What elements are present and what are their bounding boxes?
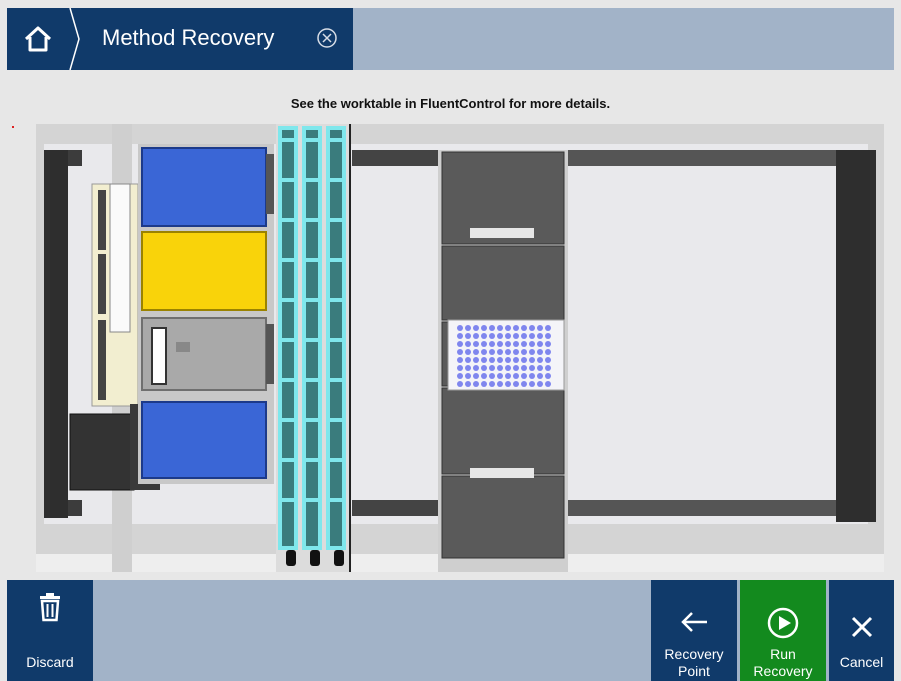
discard-button[interactable]: Discard [7, 580, 93, 681]
reagent-carrier [138, 144, 274, 484]
footer-bar: Discard Recovery Point Run Recovery Canc… [7, 580, 894, 681]
worktable-notice: See the worktable in FluentControl for m… [290, 96, 611, 111]
title-segment: Method Recovery [69, 8, 353, 70]
run-recovery-label: Run Recovery [753, 646, 813, 679]
recovery-point-button[interactable]: Recovery Point [651, 580, 737, 681]
cancel-button[interactable]: Cancel [829, 580, 894, 681]
home-icon [24, 26, 52, 52]
tip-racks [276, 124, 351, 572]
trash-icon [40, 593, 60, 622]
breadcrumb-chevron [69, 8, 80, 70]
run-recovery-button[interactable]: Run Recovery [740, 580, 826, 681]
x-icon [851, 616, 872, 638]
marker-dot [12, 126, 14, 128]
plate-carrier [438, 150, 568, 572]
page-title: Method Recovery [102, 25, 275, 50]
close-circle-icon[interactable] [316, 27, 338, 49]
home-button[interactable] [7, 8, 69, 70]
header-bar: Method Recovery [7, 8, 894, 70]
recovery-point-label: Recovery Point [664, 646, 724, 679]
right-deck-area [568, 166, 836, 500]
arrow-left-icon [681, 612, 707, 632]
play-circle-icon [767, 607, 799, 639]
worktable-view [36, 124, 884, 572]
cancel-label: Cancel [839, 654, 884, 670]
discard-label: Discard [26, 654, 74, 670]
